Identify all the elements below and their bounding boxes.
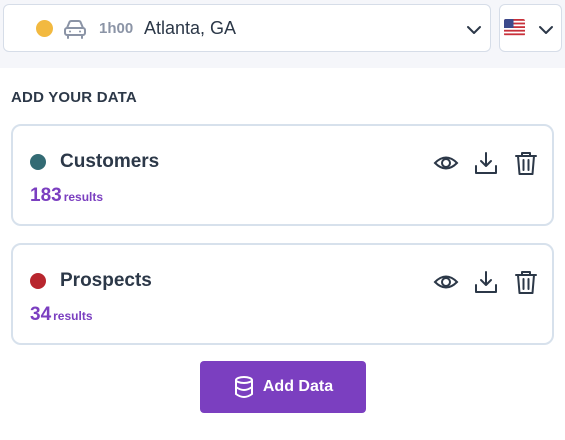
download-button[interactable] [473,269,499,295]
chevron-down-icon [539,26,553,34]
add-data-button[interactable]: Add Data [200,361,366,413]
view-button[interactable] [433,150,459,176]
database-icon [234,376,253,398]
country-dropdown[interactable] [499,4,562,52]
location-dropdown[interactable]: 1h00 Atlanta, GA [3,4,491,52]
eye-icon [433,275,459,289]
download-button[interactable] [473,150,499,176]
result-count: 183 results [30,185,104,206]
dataset-card-prospects: Prospects 34 results [11,243,554,345]
location-label: Atlanta, GA [144,18,237,38]
result-count: 34 results [30,304,93,325]
dataset-name: Customers [60,151,160,172]
section-title: ADD YOUR DATA [11,89,137,106]
trash-icon [515,152,537,175]
travel-duration: 1h00 [99,20,134,37]
view-button[interactable] [433,269,459,295]
add-data-label: Add Data [262,378,334,395]
delete-button[interactable] [513,269,539,295]
delete-button[interactable] [513,150,539,176]
chevron-down-icon [467,26,481,34]
car-icon [64,20,86,39]
eye-icon [433,156,459,170]
dataset-name: Prospects [60,270,152,291]
download-icon [475,152,497,174]
us-flag-icon [504,19,525,36]
status-dot [36,20,53,37]
top-bar: 1h00 Atlanta, GA [0,0,565,68]
trash-icon [515,271,537,294]
dataset-color-dot [30,273,46,289]
download-icon [475,271,497,293]
dataset-color-dot [30,154,46,170]
dataset-card-customers: Customers 183 results [11,124,554,226]
